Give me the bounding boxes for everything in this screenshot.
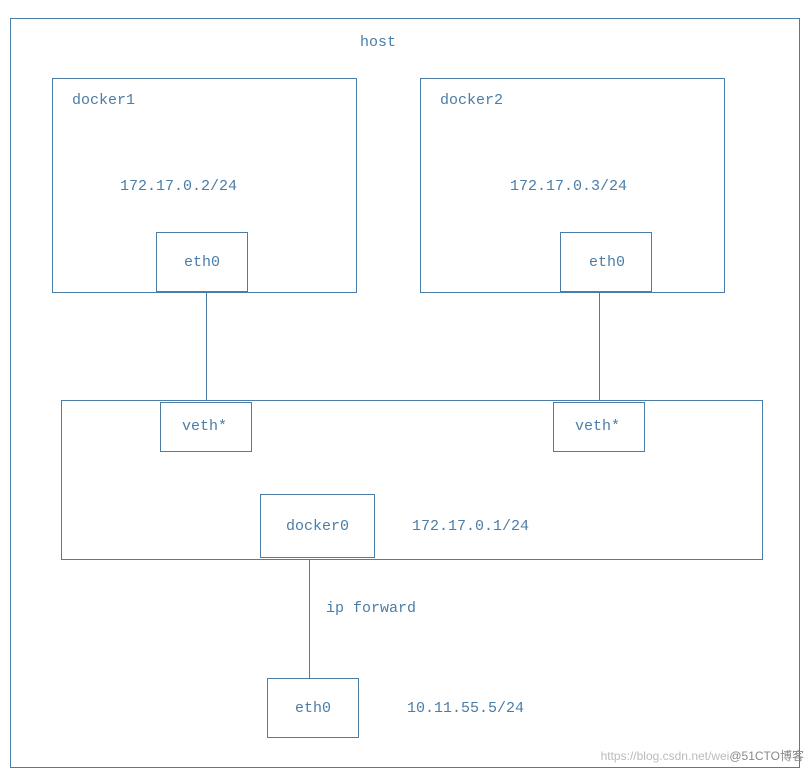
watermark-light: https://blog.csdn.net/wei <box>601 749 730 763</box>
docker2-ip: 172.17.0.3/24 <box>510 178 627 195</box>
docker0-label: docker0 <box>286 518 349 535</box>
line-docker0-eth0 <box>309 560 310 678</box>
ip-forward-label: ip forward <box>326 600 416 617</box>
docker1-ip: 172.17.0.2/24 <box>120 178 237 195</box>
network-diagram: host docker1 172.17.0.2/24 eth0 docker2 … <box>0 0 812 772</box>
host-eth0-ip: 10.11.55.5/24 <box>407 700 524 717</box>
host-label: host <box>360 34 396 51</box>
docker0-ip: 172.17.0.1/24 <box>412 518 529 535</box>
watermark-dark: @51CTO博客 <box>729 749 804 763</box>
docker2-name: docker2 <box>440 92 503 109</box>
watermark: https://blog.csdn.net/wei@51CTO博客 <box>601 747 804 764</box>
veth2-label: veth* <box>575 418 620 435</box>
veth1-label: veth* <box>182 418 227 435</box>
docker2-eth0-label: eth0 <box>589 254 625 271</box>
line-docker1-veth <box>206 293 207 401</box>
line-docker2-veth <box>599 293 600 401</box>
docker1-name: docker1 <box>72 92 135 109</box>
docker1-eth0-label: eth0 <box>184 254 220 271</box>
host-eth0-label: eth0 <box>295 700 331 717</box>
